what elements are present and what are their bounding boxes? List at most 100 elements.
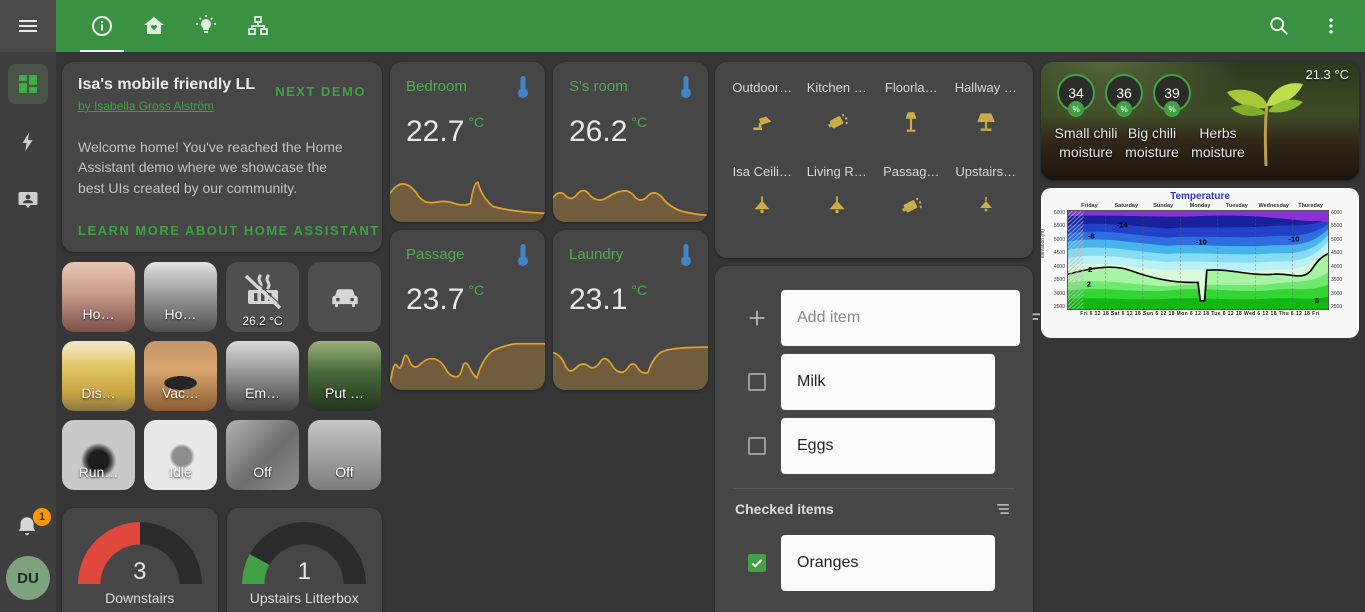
item-text-eggs[interactable]: Eggs [781, 418, 995, 474]
meteogram-ylabel: elevation (m) [1040, 229, 1046, 258]
sensor-card-s-room[interactable]: S's room 26.2°C [553, 62, 708, 222]
percent-icon: % [1116, 101, 1132, 117]
moisture-badges: 34% 36% 39% [1057, 74, 1191, 112]
home-heart-icon [142, 14, 166, 38]
meteogram-yticks-left: 60005500500045004000350030002500 [1045, 210, 1067, 310]
meteogram-title: Temperature [1045, 191, 1355, 202]
track-light-icon [898, 193, 924, 219]
floor-lamp-icon [898, 109, 924, 135]
overflow-menu-button[interactable] [1319, 14, 1343, 38]
lightbulb-on-icon [194, 14, 218, 38]
lightning-bolt-icon [17, 131, 39, 153]
light-button-outdoor[interactable]: Outdoor… [725, 80, 800, 148]
notifications-button[interactable]: 1 [14, 514, 42, 542]
add-item-input[interactable] [781, 290, 1020, 346]
plant-temperature: 21.3 °C [1305, 67, 1349, 82]
learn-more-button[interactable]: LEARN MORE ABOUT HOME ASSISTANT [78, 223, 380, 238]
tab-lights[interactable] [180, 0, 232, 52]
gauge-row: 3 Downstairs 1 Upstairs Litterbox [62, 508, 382, 612]
sensor-card-bedroom[interactable]: Bedroom 22.7°C [390, 62, 545, 222]
tile-mailbox[interactable]: Em… [226, 341, 299, 411]
checked-item-row: Oranges [733, 535, 1015, 591]
information-icon [90, 14, 114, 38]
clear-checked-icon[interactable] [993, 499, 1013, 519]
lights-card: Outdoor… Kitchen … Floorla… Hallway … Is… [715, 62, 1033, 258]
temperature-sparkline [553, 167, 708, 222]
sensor-card-laundry[interactable]: Laundry 23.1°C [553, 230, 708, 390]
moisture-labels: Small chilimoisture Big chilimoisture He… [1047, 124, 1245, 162]
tile-person-1[interactable]: Ho… [62, 262, 135, 332]
gauge-upstairs-litterbox[interactable]: 1 Upstairs Litterbox [227, 508, 383, 612]
next-demo-button[interactable]: NEXT DEMO [275, 84, 366, 99]
badge-small-chili[interactable]: 34% [1057, 74, 1095, 112]
check-icon [750, 556, 764, 570]
tile-scene-1[interactable]: Off [226, 420, 299, 490]
svg-text:-10: -10 [1196, 238, 1207, 247]
tile-car[interactable] [308, 262, 381, 332]
account-box-icon [16, 188, 40, 212]
checked-items-header: Checked items [735, 499, 1013, 519]
checkbox-oranges[interactable] [748, 554, 766, 572]
thermometer-icon [515, 242, 531, 268]
sidebar-item-developer-tools[interactable] [8, 180, 48, 220]
add-item-button[interactable] [733, 307, 781, 329]
sidebar-item-dashboard[interactable] [8, 64, 48, 104]
list-item-row: Milk [733, 354, 1015, 410]
track-light-icon [824, 109, 850, 135]
tile-front-door[interactable]: Dis… [62, 341, 135, 411]
meteogram-day-labels: FridaySaturdaySundayMondayTuesdayWednesd… [1071, 203, 1329, 209]
tile-person-2[interactable]: Ho… [144, 262, 217, 332]
thermometer-icon [515, 74, 531, 100]
temperature-sparkline [390, 335, 545, 390]
badge-herbs[interactable]: 39% [1153, 74, 1191, 112]
plant-status-card[interactable]: 21.3 °C 34% 36% 39% Small chilimoisture … [1041, 62, 1359, 180]
light-button-living-room[interactable]: Living R… [800, 164, 875, 232]
search-button[interactable] [1267, 14, 1291, 38]
light-button-upstairs[interactable]: Upstairs… [949, 164, 1024, 232]
view-tabs [76, 0, 284, 52]
tab-sitemap[interactable] [232, 0, 284, 52]
author-link[interactable]: by Isabella Gross Alström [78, 99, 214, 113]
radiator-off-icon [226, 270, 299, 316]
checkbox-milk[interactable] [748, 373, 766, 391]
tab-home[interactable] [128, 0, 180, 52]
item-text-milk[interactable]: Milk [781, 354, 995, 410]
intro-card: Isa's mobile friendly LL by Isabella Gro… [62, 62, 382, 252]
percent-icon: % [1164, 101, 1180, 117]
tile-washer[interactable]: Run… [62, 420, 135, 490]
light-button-isa-ceiling[interactable]: Isa Ceili… [725, 164, 800, 232]
meteogram-card[interactable]: elevation (m) Temperature FridaySaturday… [1041, 188, 1359, 338]
sidebar-bottom: 1 DU [0, 514, 56, 600]
list-divider [733, 488, 1015, 489]
temperature-sparkline [390, 167, 545, 222]
checkbox-eggs[interactable] [748, 437, 766, 455]
tile-scene-2[interactable]: Off [308, 420, 381, 490]
light-button-floorlamp[interactable]: Floorla… [874, 80, 949, 148]
ceiling-light-icon [749, 193, 775, 219]
tile-bins[interactable]: Put … [308, 341, 381, 411]
light-button-kitchen[interactable]: Kitchen … [800, 80, 875, 148]
percent-icon: % [1068, 101, 1084, 117]
badge-big-chili[interactable]: 36% [1105, 74, 1143, 112]
thermometer-icon [678, 242, 694, 268]
gauge-downstairs[interactable]: 3 Downstairs [62, 508, 218, 612]
tab-overview[interactable] [76, 0, 128, 52]
dashboard-icon [17, 73, 39, 95]
svg-text:2: 2 [1087, 280, 1091, 289]
light-button-passage[interactable]: Passag… [874, 164, 949, 232]
tile-radiator[interactable]: 26.2 °C [226, 262, 299, 332]
sidebar-toggle-button[interactable] [0, 0, 56, 52]
tile-dryer[interactable]: Idle [144, 420, 217, 490]
light-button-hallway[interactable]: Hallway … [949, 80, 1024, 148]
user-avatar[interactable]: DU [6, 556, 50, 600]
search-icon [1268, 15, 1290, 37]
dashboard-view: Isa's mobile friendly LL by Isabella Gro… [56, 52, 1365, 612]
item-text-oranges[interactable]: Oranges [781, 535, 995, 591]
sensor-card-passage[interactable]: Passage 23.7°C [390, 230, 545, 390]
notification-badge: 1 [33, 508, 51, 526]
hamburger-icon [19, 17, 37, 35]
svg-text:-2: -2 [1086, 266, 1093, 275]
tile-vacuum[interactable]: Vac… [144, 341, 217, 411]
add-item-row [733, 290, 1015, 346]
sidebar-item-energy[interactable] [8, 122, 48, 162]
